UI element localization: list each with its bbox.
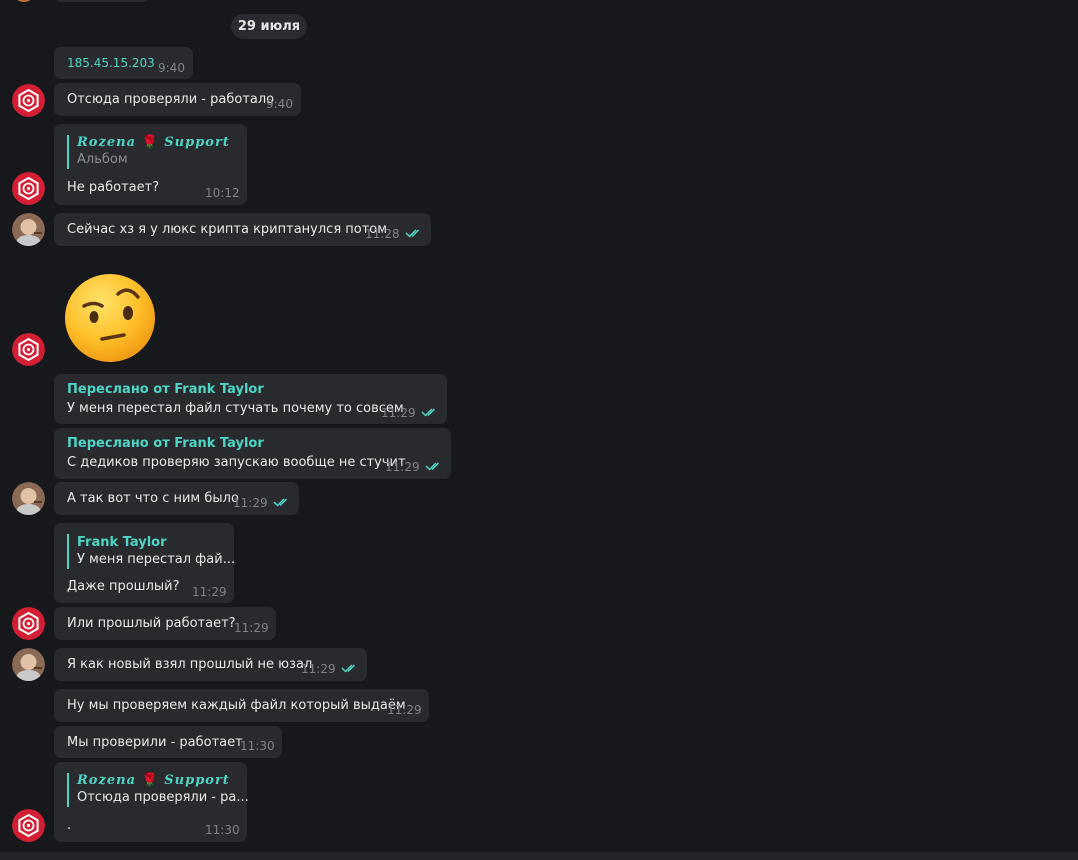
- quote-author: Frank Taylor: [77, 535, 167, 550]
- message-bubble[interactable]: Frank Taylor У меня перестал фай... Даже…: [54, 523, 235, 603]
- quote-author: Rozena 🌹 Support: [77, 135, 230, 150]
- forwarded-from[interactable]: Переслано от Frank Taylor: [67, 382, 264, 397]
- message-text: Мы проверили - работает: [67, 735, 243, 750]
- message-bubble[interactable]: 185.45.15.203 9:40: [54, 47, 193, 79]
- forwarded-from[interactable]: Переслано от Frank Taylor: [67, 436, 264, 451]
- message-text: Я как новый взял прошлый не юзал: [67, 657, 313, 672]
- message-text: Или прошлый работает?: [67, 616, 236, 631]
- ip-link[interactable]: 185.45.15.203: [67, 56, 155, 70]
- message-text: Ну мы проверяем каждый файл который выда…: [67, 698, 406, 713]
- message-bubble[interactable]: Мы проверили - работает 11:30: [54, 726, 282, 758]
- message-bubble[interactable]: Rozena 🌹 Support Отсюда проверяли - ра..…: [54, 762, 249, 842]
- message-time: 11:29: [387, 703, 422, 717]
- message-time: 10:12: [205, 186, 240, 200]
- message-bubble-partial[interactable]: [54, 0, 150, 2]
- date-separator: 29 июля: [231, 14, 307, 39]
- message-time: 11:29: [301, 662, 336, 676]
- message-text: А так вот что с ним было: [67, 491, 239, 506]
- quote-text: Альбом: [77, 152, 128, 167]
- chat-history[interactable]: 29 июля 185.45.15.203 9:40 Отсюда провер…: [0, 0, 1078, 860]
- message-text: .: [67, 818, 72, 833]
- message-time: 11:29: [385, 460, 420, 474]
- message-time: 9:40: [266, 97, 293, 111]
- message-time: 11:29: [233, 496, 268, 510]
- message-bubble[interactable]: Я как новый взял прошлый не юзал 11:29: [54, 648, 367, 681]
- read-checkmarks-icon: [341, 664, 356, 673]
- raised-eyebrow-emoji-icon: [65, 274, 155, 362]
- message-text: У меня перестал файл стучать почему то с…: [67, 401, 404, 416]
- read-checkmarks-icon: [405, 229, 420, 238]
- message-time: 11:28: [365, 227, 400, 241]
- message-time: 11:29: [192, 585, 227, 599]
- read-checkmarks-icon: [425, 462, 440, 471]
- avatar-partial[interactable]: [14, 0, 34, 2]
- quote-text: У меня перестал фай...: [77, 552, 236, 567]
- user-avatar[interactable]: [12, 482, 45, 515]
- message-time: 11:30: [205, 823, 240, 837]
- emoji-sticker[interactable]: [64, 273, 156, 363]
- message-text: С дедиков проверяю запускаю вообще не ст…: [67, 455, 406, 470]
- message-bubble[interactable]: Переслано от Frank Taylor У меня переста…: [54, 374, 447, 424]
- message-bubble[interactable]: Сейчас хз я у люкс крипта криптанулся по…: [54, 213, 431, 246]
- quote-text: Отсюда проверяли - ра...: [77, 790, 249, 805]
- read-checkmarks-icon: [273, 498, 288, 507]
- message-time: 9:40: [158, 61, 185, 75]
- message-input-bar[interactable]: [0, 852, 1078, 860]
- read-checkmarks-icon: [421, 408, 436, 417]
- message-text: Не работает?: [67, 180, 160, 195]
- support-avatar[interactable]: [12, 172, 45, 205]
- message-bubble[interactable]: А так вот что с ним было 11:29: [54, 482, 299, 515]
- support-avatar[interactable]: [12, 84, 45, 117]
- message-bubble[interactable]: Переслано от Frank Taylor С дедиков пров…: [54, 428, 451, 479]
- message-text: Сейчас хз я у люкс крипта криптанулся по…: [67, 222, 388, 237]
- message-time: 11:29: [381, 406, 416, 420]
- message-time: 11:30: [240, 739, 275, 753]
- reply-quote[interactable]: Rozena 🌹 Support Альбом: [67, 135, 230, 169]
- message-bubble[interactable]: Rozena 🌹 Support Альбом Не работает? 10:…: [54, 124, 247, 205]
- message-bubble[interactable]: Ну мы проверяем каждый файл который выда…: [54, 689, 429, 722]
- quote-author: Rozena 🌹 Support: [77, 773, 230, 788]
- support-avatar[interactable]: [12, 809, 45, 842]
- reply-quote[interactable]: Frank Taylor У меня перестал фай...: [67, 534, 235, 569]
- support-avatar[interactable]: [12, 607, 45, 640]
- message-time: 11:29: [234, 621, 269, 635]
- message-bubble[interactable]: Отсюда проверяли - работало 9:40: [54, 83, 301, 116]
- rose-icon: 🌹: [141, 773, 159, 788]
- message-text: Даже прошлый?: [67, 579, 180, 594]
- user-avatar[interactable]: [12, 648, 45, 681]
- reply-quote[interactable]: Rozena 🌹 Support Отсюда проверяли - ра..…: [67, 773, 249, 807]
- user-avatar[interactable]: [12, 213, 45, 246]
- rose-icon: 🌹: [141, 135, 159, 150]
- message-bubble[interactable]: Или прошлый работает? 11:29: [54, 607, 276, 640]
- support-avatar[interactable]: [12, 333, 45, 366]
- message-text: Отсюда проверяли - работало: [67, 92, 275, 107]
